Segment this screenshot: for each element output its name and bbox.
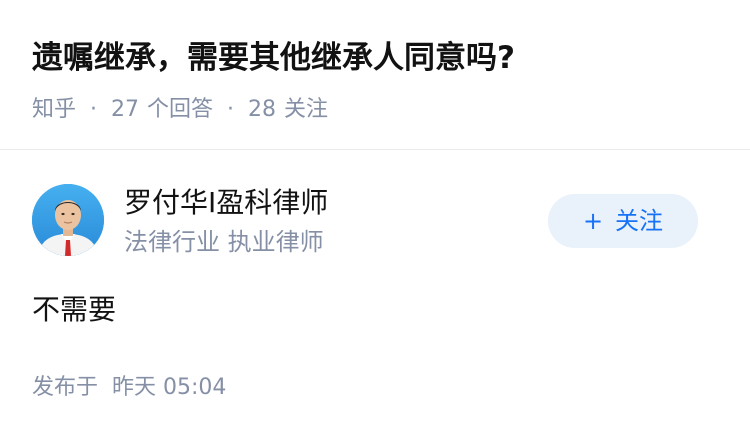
follow-button[interactable]: + 关注 (548, 194, 698, 248)
published-time: 昨天 05:04 (112, 375, 227, 400)
question-header: 遗嘱继承，需要其他继承人同意吗? 知乎 · 27 个回答 · 28 关注 (0, 0, 750, 150)
answer-content: 不需要 (32, 293, 117, 326)
follow-count: 28 (248, 97, 277, 122)
follow-button-label: 关注 (615, 207, 664, 235)
plus-icon: + (582, 207, 604, 235)
author-name[interactable]: 罗付华I盈科律师 (124, 184, 328, 222)
answer-card: 罗付华I盈科律师 法律行业 执业律师 + 关注 不需要 发布于 昨天 05:04 (0, 150, 750, 438)
source-label[interactable]: 知乎 (32, 97, 76, 122)
published-label: 发布于 (32, 375, 99, 400)
person-avatar-icon (32, 184, 104, 256)
separator-dot: · (227, 97, 235, 122)
author-avatar[interactable] (32, 184, 104, 256)
follow-count-label: 关注 (284, 97, 329, 122)
question-title[interactable]: 遗嘱继承，需要其他继承人同意吗? (32, 36, 515, 80)
separator-dot: · (90, 97, 98, 122)
question-meta: 知乎 · 27 个回答 · 28 关注 (32, 94, 328, 126)
answer-timestamp: 发布于 昨天 05:04 (32, 372, 226, 404)
author-description: 法律行业 执业律师 (124, 228, 324, 256)
answer-count: 27 (111, 97, 140, 122)
answer-count-label: 个回答 (147, 97, 214, 122)
